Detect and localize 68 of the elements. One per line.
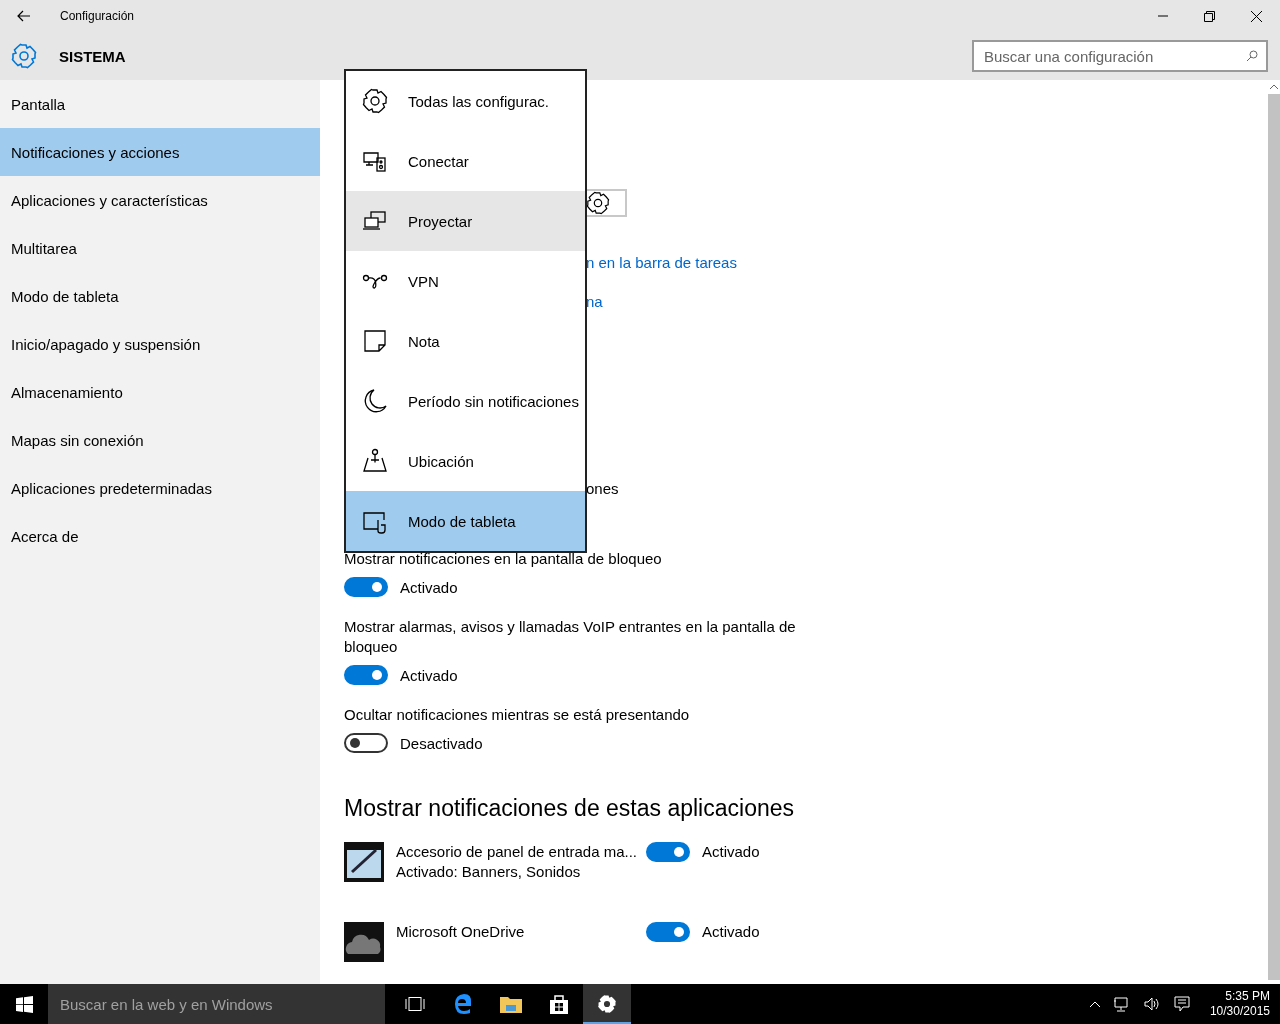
menu-item[interactable]: Todas las configurac. (346, 71, 585, 131)
menu-item[interactable]: Conectar (346, 131, 585, 191)
speaker-icon[interactable] (1143, 997, 1160, 1011)
menu-item[interactable]: Modo de tableta (346, 491, 585, 551)
link[interactable]: na (586, 293, 603, 310)
clock-time: 5:35 PM (1225, 989, 1270, 1004)
toggle-state: Activado (400, 578, 458, 596)
chevron-up-icon[interactable] (1089, 1001, 1100, 1007)
sidebar-item[interactable]: Inicio/apagado y suspensión (0, 320, 320, 368)
search-icon (1246, 50, 1258, 62)
app-name: Microsoft OneDrive (396, 922, 526, 942)
toggle-switch[interactable] (344, 733, 388, 753)
search-field[interactable]: Buscar una configuración (972, 40, 1268, 72)
scroll-up-icon[interactable] (1270, 84, 1278, 89)
moon-icon (362, 388, 388, 414)
sidebar-item[interactable]: Notificaciones y acciones (0, 128, 320, 176)
windows-logo-icon (15, 995, 33, 1013)
section-title: SISTEMA (59, 47, 126, 65)
sidebar-item[interactable]: Almacenamiento (0, 368, 320, 416)
toggle-state: Desactivado (400, 734, 483, 752)
task-view-icon (405, 997, 425, 1011)
sidebar-item[interactable]: Acerca de (0, 512, 320, 560)
link[interactable]: n en la barra de tareas (586, 254, 737, 271)
message-icon[interactable] (1173, 996, 1190, 1012)
section-heading: Mostrar notificaciones de estas aplicaciones (344, 795, 795, 822)
restore-icon[interactable] (1204, 10, 1215, 22)
shopping-bag-icon (549, 994, 569, 1014)
sidebar-item[interactable]: Pantalla (0, 80, 320, 128)
setting-label: Mostrar notificaciones en la pantalla de bloqueo (344, 549, 663, 569)
folder-icon (500, 995, 522, 1013)
setting-label: Mostrar alarmas, avisos y llamadas VoIP entrantes en la pantalla de bloqueo (344, 617, 797, 657)
sidebar-item[interactable]: Modo de tableta (0, 272, 320, 320)
app-icon (344, 842, 384, 882)
menu-item[interactable]: Proyectar (346, 191, 585, 251)
clock-date: 10/30/2015 (1209, 1004, 1270, 1019)
menu-item[interactable]: Ubicación (346, 431, 585, 491)
toggle-switch[interactable] (344, 577, 388, 597)
settings-taskbar-button[interactable] (583, 984, 631, 1024)
toggle-switch[interactable] (646, 922, 690, 942)
sidebar-item[interactable]: Aplicaciones y características (0, 176, 320, 224)
window-title: Configuración (60, 9, 135, 23)
sidebar-item[interactable]: Mapas sin conexión (0, 416, 320, 464)
gear-icon (586, 191, 610, 215)
taskbar-search-field[interactable]: Buscar en la web y en Windows (48, 984, 385, 1024)
gear-icon (362, 88, 388, 114)
close-icon[interactable] (1251, 10, 1262, 22)
back-arrow-icon[interactable] (17, 10, 31, 22)
menu-item[interactable]: Nota (346, 311, 585, 371)
browser-e-icon (452, 993, 474, 1015)
menu-item[interactable]: VPN (346, 251, 585, 311)
menu-item[interactable]: Período sin notificaciones (346, 371, 585, 431)
toggle-state: Activado (702, 922, 760, 942)
pin-icon (362, 448, 388, 474)
app-name: Accesorio de panel de entrada ma... (396, 842, 638, 862)
toggle-state: Activado (400, 666, 458, 684)
network-icon[interactable] (1113, 996, 1130, 1012)
gear-icon (11, 43, 37, 69)
note-icon (362, 328, 388, 354)
app-icon (344, 922, 384, 962)
toggle-switch[interactable] (344, 665, 388, 685)
toggle-state: Activado (702, 842, 760, 862)
app-detail: Activado: Banners, Sonidos (396, 862, 582, 882)
toggle-switch[interactable] (646, 842, 690, 862)
sidebar-item[interactable]: Multitarea (0, 224, 320, 272)
gear-icon (597, 994, 617, 1014)
setting-label: ones (586, 480, 619, 497)
setting-label: Ocultar notificaciones mientras se está presentando (344, 705, 691, 725)
sidebar-item[interactable]: Aplicaciones predeterminadas (0, 464, 320, 512)
